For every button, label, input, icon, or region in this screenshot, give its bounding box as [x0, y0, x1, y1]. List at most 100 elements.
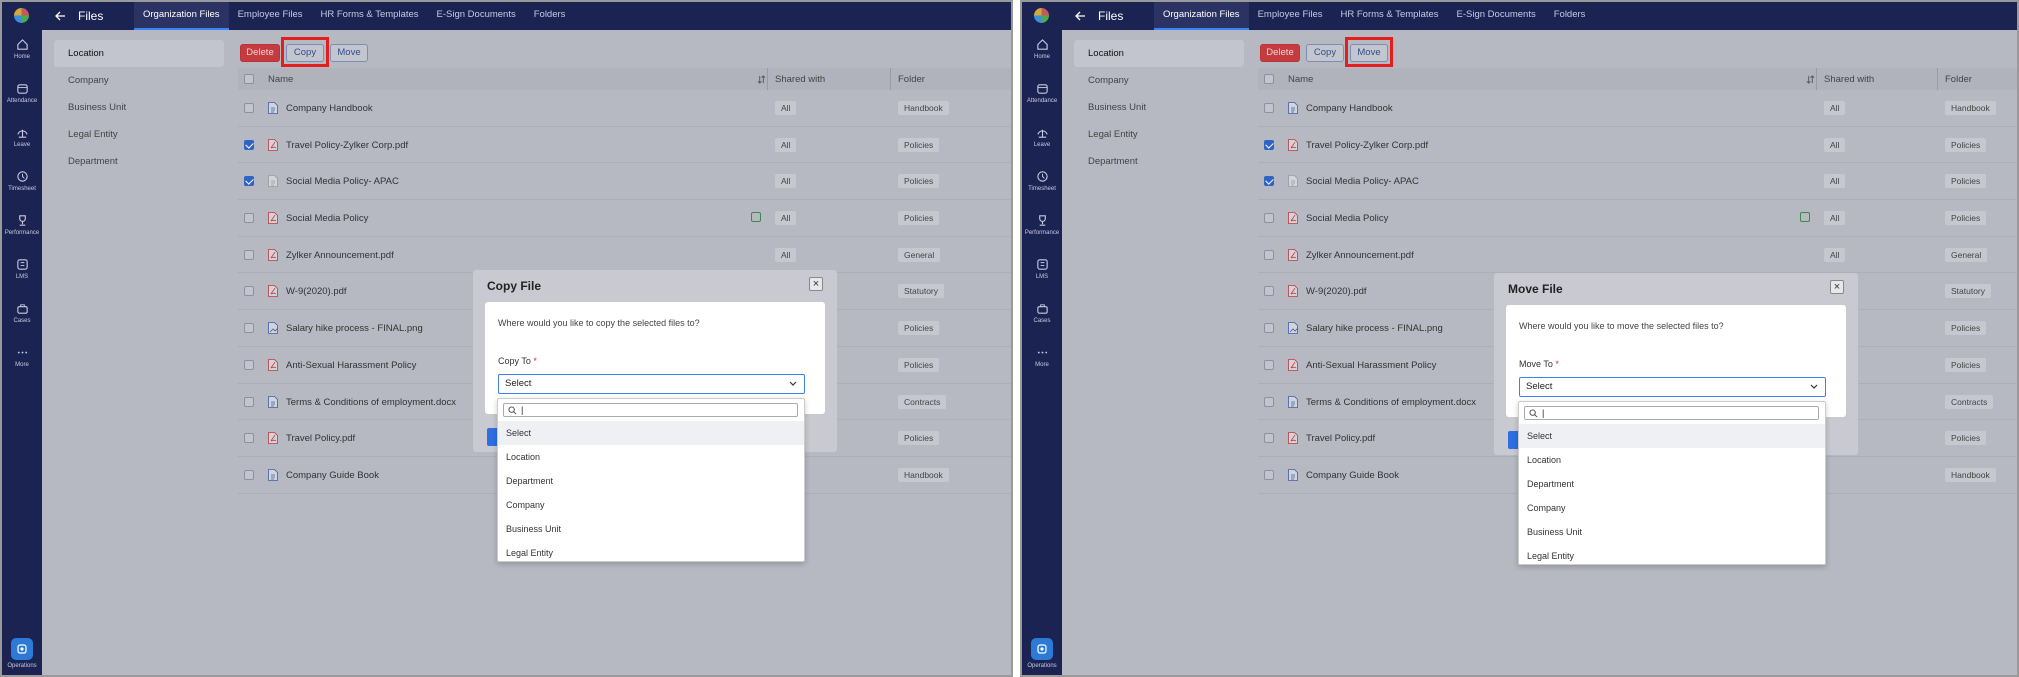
sidebar-item-company[interactable]: Company — [54, 67, 224, 94]
sidebar-item-business-unit[interactable]: Business Unit — [54, 94, 224, 121]
row-checkbox[interactable] — [244, 103, 254, 113]
row-checkbox[interactable] — [1264, 323, 1274, 334]
file-name[interactable]: Travel Policy-Zylker Corp.pdf — [286, 140, 408, 151]
nav-item-performance[interactable]: Performance — [1022, 214, 1062, 236]
row-checkbox[interactable] — [244, 469, 254, 480]
row-checkbox[interactable] — [244, 139, 254, 150]
back-arrow-icon[interactable] — [54, 10, 66, 22]
tab-e-sign-documents[interactable]: E-Sign Documents — [428, 2, 525, 30]
table-row[interactable]: Zylker Announcement.pdf All General — [238, 237, 1011, 274]
dropdown-option-company[interactable]: Company — [498, 493, 804, 517]
destination-select[interactable]: Select — [498, 374, 805, 394]
file-name[interactable]: Travel Policy-Zylker Corp.pdf — [1306, 140, 1428, 151]
row-checkbox[interactable] — [244, 323, 254, 334]
nav-item-performance[interactable]: Performance — [2, 214, 42, 236]
file-name[interactable]: Social Media Policy — [286, 213, 368, 224]
delete-button[interactable]: Delete — [240, 44, 280, 62]
name-header[interactable]: Name — [268, 74, 293, 85]
file-name[interactable]: Salary hike process - FINAL.png — [1306, 323, 1443, 334]
dropdown-option-company[interactable]: Company — [1519, 496, 1825, 520]
sidebar-item-location[interactable]: Location — [54, 40, 224, 67]
table-row[interactable]: Company Handbook All Handbook — [238, 90, 1011, 127]
file-name[interactable]: Company Handbook — [286, 103, 373, 114]
file-name[interactable]: Social Media Policy- APAC — [1306, 176, 1419, 187]
table-row[interactable]: Travel Policy-Zylker Corp.pdf All Policies — [1258, 127, 2017, 164]
destination-select[interactable]: Select — [1519, 377, 1826, 397]
table-row[interactable]: Social Media Policy All Policies — [238, 200, 1011, 237]
row-checkbox[interactable] — [1264, 359, 1274, 370]
dropdown-search-input[interactable]: | — [1524, 406, 1819, 420]
file-name[interactable]: Travel Policy.pdf — [1306, 433, 1375, 444]
nav-item-cases[interactable]: Cases — [2, 302, 42, 324]
table-row[interactable]: Social Media Policy All Policies — [1258, 200, 2017, 237]
file-name[interactable]: Zylker Announcement.pdf — [1306, 250, 1414, 261]
tab-e-sign-documents[interactable]: E-Sign Documents — [1448, 2, 1545, 30]
nav-item-timesheet[interactable]: Timesheet — [1022, 170, 1062, 192]
file-name[interactable]: W-9(2020).pdf — [1306, 286, 1367, 297]
tab-employee-files[interactable]: Employee Files — [229, 2, 312, 30]
move-button[interactable]: Move — [330, 44, 368, 62]
sidebar-item-legal-entity[interactable]: Legal Entity — [54, 121, 224, 148]
file-name[interactable]: Social Media Policy- APAC — [286, 176, 399, 187]
nav-item-lms[interactable]: LMS — [1022, 258, 1062, 280]
select-all-checkbox[interactable] — [1264, 74, 1274, 84]
file-name[interactable]: Company Guide Book — [286, 470, 379, 481]
dropdown-option-select[interactable]: Select — [498, 421, 804, 445]
dropdown-option-business-unit[interactable]: Business Unit — [1519, 520, 1825, 544]
copy-button[interactable]: Copy — [1306, 44, 1344, 62]
nav-item-timesheet[interactable]: Timesheet — [2, 170, 42, 192]
sidebar-item-business-unit[interactable]: Business Unit — [1074, 94, 1244, 121]
dropdown-option-location[interactable]: Location — [498, 445, 804, 469]
sidebar-item-department[interactable]: Department — [54, 148, 224, 175]
row-checkbox[interactable] — [1264, 433, 1274, 444]
file-name[interactable]: Anti-Sexual Harassment Policy — [1306, 360, 1436, 371]
nav-item-leave[interactable]: Leave — [2, 126, 42, 148]
nav-item-lms[interactable]: LMS — [2, 258, 42, 280]
operations-button[interactable]: Operations — [2, 638, 42, 669]
table-row[interactable]: Company Handbook All Handbook — [1258, 90, 2017, 127]
file-name[interactable]: Zylker Announcement.pdf — [286, 250, 394, 261]
dropdown-option-business-unit[interactable]: Business Unit — [498, 517, 804, 541]
sidebar-item-location[interactable]: Location — [1074, 40, 1244, 67]
row-checkbox[interactable] — [244, 396, 254, 407]
row-checkbox[interactable] — [1264, 469, 1274, 480]
sidebar-item-company[interactable]: Company — [1074, 67, 1244, 94]
nav-item-cases[interactable]: Cases — [1022, 302, 1062, 324]
dropdown-option-legal-entity[interactable]: Legal Entity — [498, 541, 804, 565]
select-all-checkbox[interactable] — [244, 74, 254, 84]
sidebar-item-department[interactable]: Department — [1074, 148, 1244, 175]
row-checkbox[interactable] — [1264, 139, 1274, 150]
tab-organization-files[interactable]: Organization Files — [1154, 2, 1249, 30]
tab-organization-files[interactable]: Organization Files — [134, 2, 229, 30]
nav-item-home[interactable]: Home — [1022, 38, 1062, 60]
file-name[interactable]: Travel Policy.pdf — [286, 433, 355, 444]
close-icon[interactable]: × — [809, 277, 823, 291]
back-arrow-icon[interactable] — [1074, 10, 1086, 22]
file-name[interactable]: Social Media Policy — [1306, 213, 1388, 224]
tab-hr-forms-templates[interactable]: HR Forms & Templates — [1332, 2, 1448, 30]
dropdown-option-department[interactable]: Department — [1519, 472, 1825, 496]
dropdown-search-input[interactable]: | — [503, 403, 798, 417]
file-name[interactable]: Terms & Conditions of employment.docx — [1306, 397, 1476, 408]
dropdown-option-department[interactable]: Department — [498, 469, 804, 493]
close-icon[interactable]: × — [1830, 280, 1844, 294]
row-checkbox[interactable] — [244, 213, 254, 224]
dropdown-option-legal-entity[interactable]: Legal Entity — [1519, 544, 1825, 568]
row-checkbox[interactable] — [244, 433, 254, 444]
tab-hr-forms-templates[interactable]: HR Forms & Templates — [312, 2, 428, 30]
file-name[interactable]: Anti-Sexual Harassment Policy — [286, 360, 416, 371]
row-checkbox[interactable] — [244, 249, 254, 260]
dropdown-option-select[interactable]: Select — [1519, 424, 1825, 448]
nav-item-home[interactable]: Home — [2, 38, 42, 60]
file-name[interactable]: Company Guide Book — [1306, 470, 1399, 481]
table-row[interactable]: Social Media Policy- APAC All Policies — [1258, 163, 2017, 201]
nav-item-attendance[interactable]: Attendance — [2, 82, 42, 104]
file-name[interactable]: Company Handbook — [1306, 103, 1393, 114]
row-checkbox[interactable] — [1264, 176, 1274, 187]
dropdown-option-location[interactable]: Location — [1519, 448, 1825, 472]
file-name[interactable]: W-9(2020).pdf — [286, 286, 347, 297]
operations-button[interactable]: Operations — [1022, 638, 1062, 669]
row-checkbox[interactable] — [1264, 249, 1274, 260]
tab-folders[interactable]: Folders — [1545, 2, 1595, 30]
file-name[interactable]: Salary hike process - FINAL.png — [286, 323, 423, 334]
